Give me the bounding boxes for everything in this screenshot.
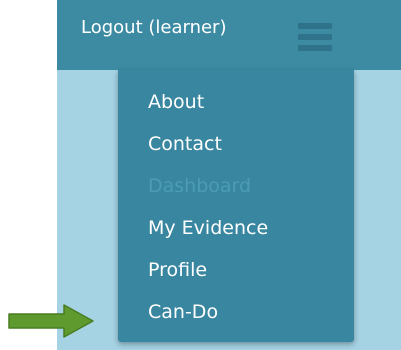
nav-dropdown-menu: About Contact Dashboard My Evidence Prof… [118,70,354,342]
menu-item-dashboard: Dashboard [148,175,252,197]
green-arrow-right-icon [8,304,94,338]
top-navbar: Logout (learner) [57,0,401,70]
menu-item-can-do[interactable]: Can-Do [148,300,218,324]
menu-item-contact[interactable]: Contact [148,132,222,156]
hamburger-bar [298,23,332,29]
app-window: Logout (learner) About Contact Dashboard… [57,0,401,350]
hamburger-bar [298,34,332,40]
hamburger-menu-icon[interactable] [298,23,332,51]
hamburger-bar [298,45,332,51]
menu-item-about[interactable]: About [148,90,204,114]
menu-item-my-evidence[interactable]: My Evidence [148,216,268,240]
logout-link[interactable]: Logout (learner) [81,17,226,39]
menu-item-profile[interactable]: Profile [148,258,207,282]
